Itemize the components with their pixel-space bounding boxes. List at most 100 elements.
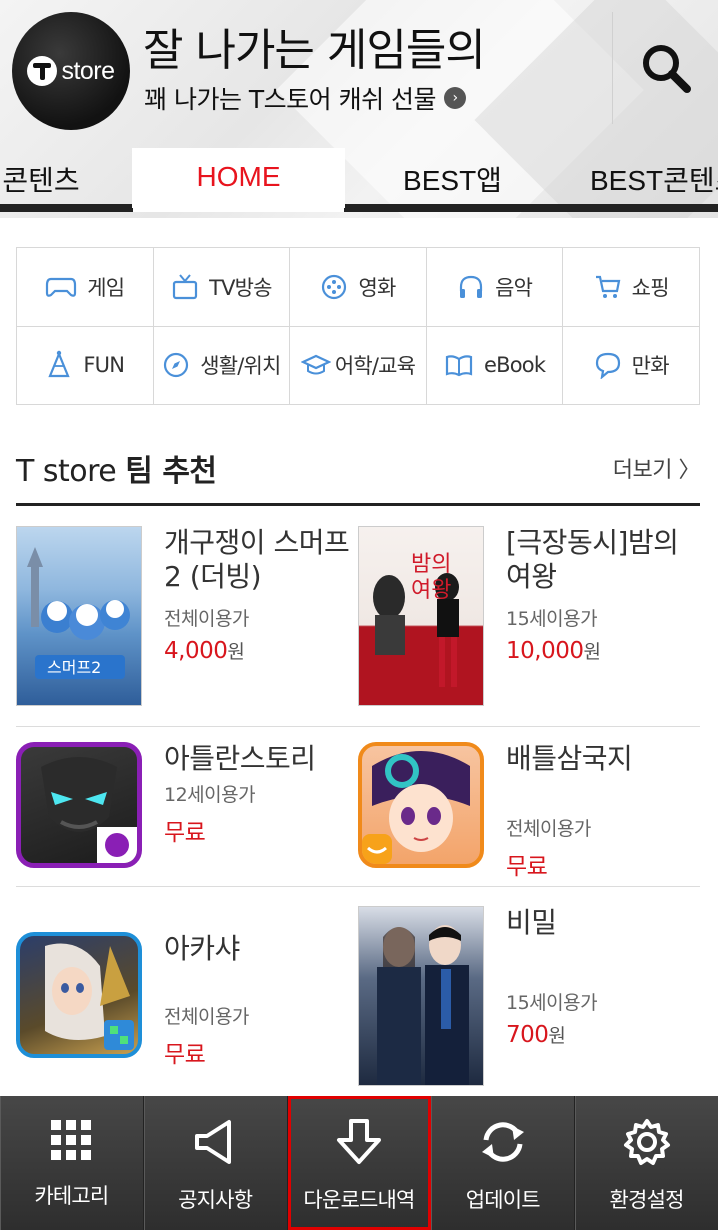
category-ebook[interactable]: eBook [426, 326, 564, 405]
product-price-unit: 원 [227, 641, 245, 663]
party-hat-icon [48, 351, 71, 378]
product-poster [358, 906, 484, 1086]
nav-category[interactable]: 카테고리 [0, 1096, 144, 1230]
product-item[interactable]: 스머프2 개구쟁이 스머프 2 (더빙) 전체이용가 4,000원 [16, 526, 358, 706]
top-tabs: 콘텐츠 HOME BEST앱 BEST콘텐츠 [0, 148, 718, 218]
arrow-right-circle-icon: › [444, 87, 467, 109]
tab-best-contents[interactable]: BEST콘텐츠 [590, 148, 718, 210]
app-icon [16, 742, 142, 868]
product-item[interactable]: 아카샤 전체이용가 무료 [16, 906, 358, 1086]
tab-best-app[interactable]: BEST앱 [380, 148, 525, 210]
product-title: 아틀란스토리 [164, 742, 316, 775]
banner-title[interactable]: 잘 나가는 게임들의 [143, 14, 486, 78]
category-education[interactable]: 어학/교육 [290, 326, 427, 405]
category-game[interactable]: 게임 [17, 248, 154, 327]
category-label: 영화 [358, 275, 396, 300]
nav-label: 환경설정 [609, 1188, 685, 1212]
product-price: 무료 [164, 813, 354, 847]
product-item[interactable]: 아틀란스토리 12세이용가 무료 [16, 742, 358, 922]
speech-bubble-icon [595, 353, 620, 380]
search-button[interactable] [612, 12, 718, 124]
refresh-icon [481, 1122, 524, 1162]
product-age-rating: 전체이용가 [164, 608, 249, 630]
header-banner: store 잘 나가는 게임들의 꽤 나가는 T스토어 캐쉬 선물 › 콘텐츠 … [0, 0, 718, 218]
headphones-icon [459, 275, 483, 298]
section-title-bold: 팀 추천 [125, 454, 217, 489]
product-price-value: 무료 [164, 1042, 206, 1068]
product-price: 4,000원 [164, 637, 354, 664]
nav-notice[interactable]: 공지사항 [144, 1096, 288, 1230]
product-price-value: 4,000 [164, 638, 228, 664]
category-label: FUN [83, 353, 125, 378]
product-price: 10,000원 [506, 637, 696, 664]
product-poster: 밤의 여왕 [358, 526, 484, 706]
product-price: 무료 [164, 1035, 354, 1069]
product-age-rating: 12세이용가 [164, 784, 256, 806]
product-title: 개구쟁이 스머프 2 (더빙) [164, 526, 350, 593]
graduation-cap-icon [300, 355, 331, 375]
cart-icon [595, 275, 621, 298]
bottom-navigation: 카테고리 공지사항 다운로드내역 업데이트 환경설정 [0, 1096, 718, 1230]
product-price-value: 무료 [506, 854, 548, 880]
svg-text:여왕: 여왕 [411, 578, 451, 603]
logo-text: store [61, 56, 115, 85]
category-tv[interactable]: TV방송 [153, 248, 291, 327]
more-link[interactable]: 더보기 〉 [613, 452, 701, 484]
t-logo-icon [27, 56, 58, 86]
nav-download-history[interactable]: 다운로드내역 [287, 1096, 432, 1230]
product-age-rating: 15세이용가 [506, 992, 598, 1014]
product-item[interactable]: 비밀 15세이용가 700원 [358, 906, 700, 1086]
app-icon [358, 742, 484, 868]
download-arrow-icon [336, 1119, 381, 1164]
tv-icon [172, 274, 198, 299]
section-title-prefix: T store [16, 454, 126, 489]
nav-settings[interactable]: 환경설정 [575, 1096, 718, 1230]
app-icon [16, 932, 142, 1058]
category-label: TV방송 [209, 275, 272, 300]
product-price: 700원 [506, 1021, 696, 1048]
category-grid: 게임 TV방송 영화 음악 쇼핑 FUN 생활/위치 어학/교육 eBook 만… [16, 247, 700, 405]
product-price: 무료 [506, 847, 696, 881]
section-title: T store 팀 추천 [16, 446, 217, 490]
product-poster: 스머프2 [16, 526, 142, 706]
grid-icon [51, 1120, 92, 1160]
nav-update[interactable]: 업데이트 [431, 1096, 576, 1230]
product-price-value: 10,000 [506, 638, 584, 664]
tab-contents[interactable]: 콘텐츠 [0, 148, 86, 210]
product-item[interactable]: 밤의 여왕 [극장동시]밤의 여왕 15세이용가 10,000원 [358, 526, 700, 706]
search-icon [642, 45, 691, 93]
nav-label: 카테고리 [34, 1184, 109, 1208]
category-label: 어학/교육 [334, 354, 416, 379]
category-label: 음악 [495, 275, 533, 300]
category-shopping[interactable]: 쇼핑 [563, 248, 700, 327]
film-reel-icon [322, 274, 347, 299]
compass-icon [164, 353, 189, 378]
tab-home[interactable]: HOME [132, 148, 345, 208]
category-comic[interactable]: 만화 [563, 326, 700, 405]
product-age-rating: 전체이용가 [164, 1006, 249, 1028]
category-label: eBook [484, 353, 546, 378]
tstore-logo[interactable]: store [12, 12, 130, 130]
nav-label: 다운로드내역 [303, 1188, 415, 1212]
category-movie[interactable]: 영화 [290, 248, 427, 327]
category-label: 게임 [87, 275, 125, 300]
product-age-rating: 15세이용가 [506, 608, 598, 630]
banner-subtitle: 꽤 나가는 T스토어 캐쉬 선물 [144, 85, 437, 114]
gamepad-icon [46, 277, 77, 297]
product-title: 비밀 [506, 906, 557, 939]
product-price-value: 700 [506, 1022, 549, 1048]
product-title: 아카샤 [164, 932, 240, 965]
nav-label: 업데이트 [465, 1188, 541, 1212]
banner-subtitle-link[interactable]: 꽤 나가는 T스토어 캐쉬 선물 › [144, 80, 467, 116]
category-music[interactable]: 음악 [426, 248, 564, 327]
category-life[interactable]: 생활/위치 [153, 326, 291, 405]
product-item[interactable]: 배틀삼국지 전체이용가 무료 [358, 742, 700, 922]
product-title: [극장동시]밤의 여왕 [506, 526, 679, 593]
section-divider [16, 503, 700, 506]
category-fun[interactable]: FUN [17, 326, 154, 405]
product-price-unit: 원 [548, 1025, 566, 1047]
book-icon [445, 355, 473, 377]
gear-icon [623, 1119, 670, 1165]
row-divider [16, 726, 700, 727]
nav-label: 공지사항 [178, 1188, 253, 1212]
